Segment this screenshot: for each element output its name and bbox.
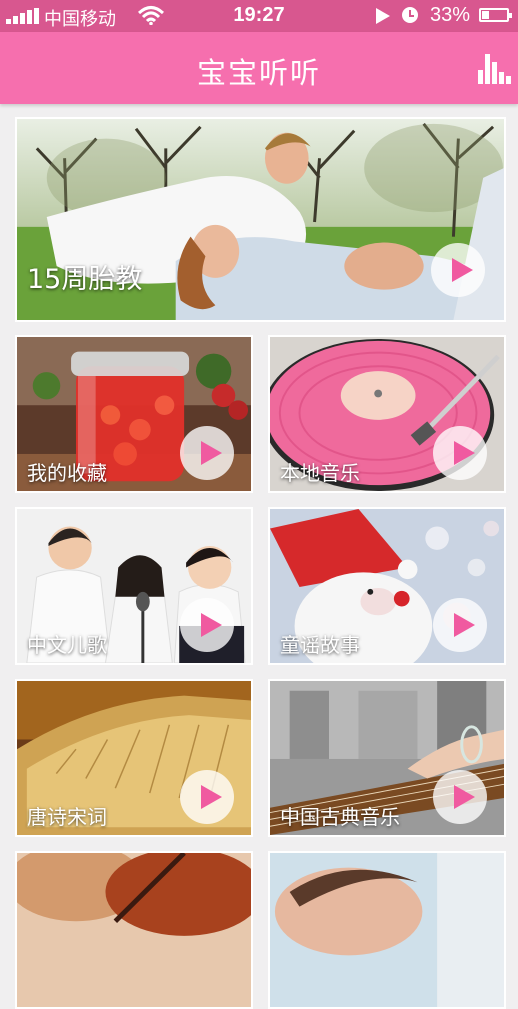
category-label: 中国古典音乐 [280,805,400,829]
battery-percent: 33% [430,4,471,26]
category-card[interactable] [15,851,253,1009]
category-image [17,853,251,1007]
category-label: 本地音乐 [280,461,360,485]
equalizer-bars-icon[interactable] [476,50,511,84]
page-title: 宝宝听听 [196,56,321,90]
category-card-chinese-classical-music[interactable]: 中国古典音乐 [268,679,506,837]
category-card-chinese-songs[interactable]: 中文儿歌 [15,507,253,665]
category-card-nursery-stories[interactable]: 童谣故事 [268,507,506,665]
category-card-favorites[interactable]: 我的收藏 [15,335,253,493]
featured-label: 15周胎教 [27,264,143,295]
featured-card[interactable]: 15周胎教 [15,117,506,322]
alarm-clock-icon [402,7,418,23]
battery-icon [479,8,512,22]
play-icon[interactable] [180,426,234,480]
category-card[interactable] [268,851,506,1009]
category-label: 童谣故事 [280,633,360,657]
play-icon[interactable] [433,598,487,652]
play-icon[interactable] [431,243,485,297]
category-card-local-music[interactable]: 本地音乐 [268,335,506,493]
play-icon [376,8,390,24]
play-icon[interactable] [433,426,487,480]
play-icon[interactable] [180,598,234,652]
category-card-tang-song-poetry[interactable]: 唐诗宋词 [15,679,253,837]
category-label: 唐诗宋词 [27,805,107,829]
category-image [270,853,504,1007]
nav-bar: 宝宝听听 [0,32,518,104]
status-bar: 中国移动 19:27 33% [0,0,518,32]
play-icon[interactable] [433,770,487,824]
play-icon[interactable] [180,770,234,824]
category-label: 中文儿歌 [27,633,107,657]
category-label: 我的收藏 [27,461,107,485]
